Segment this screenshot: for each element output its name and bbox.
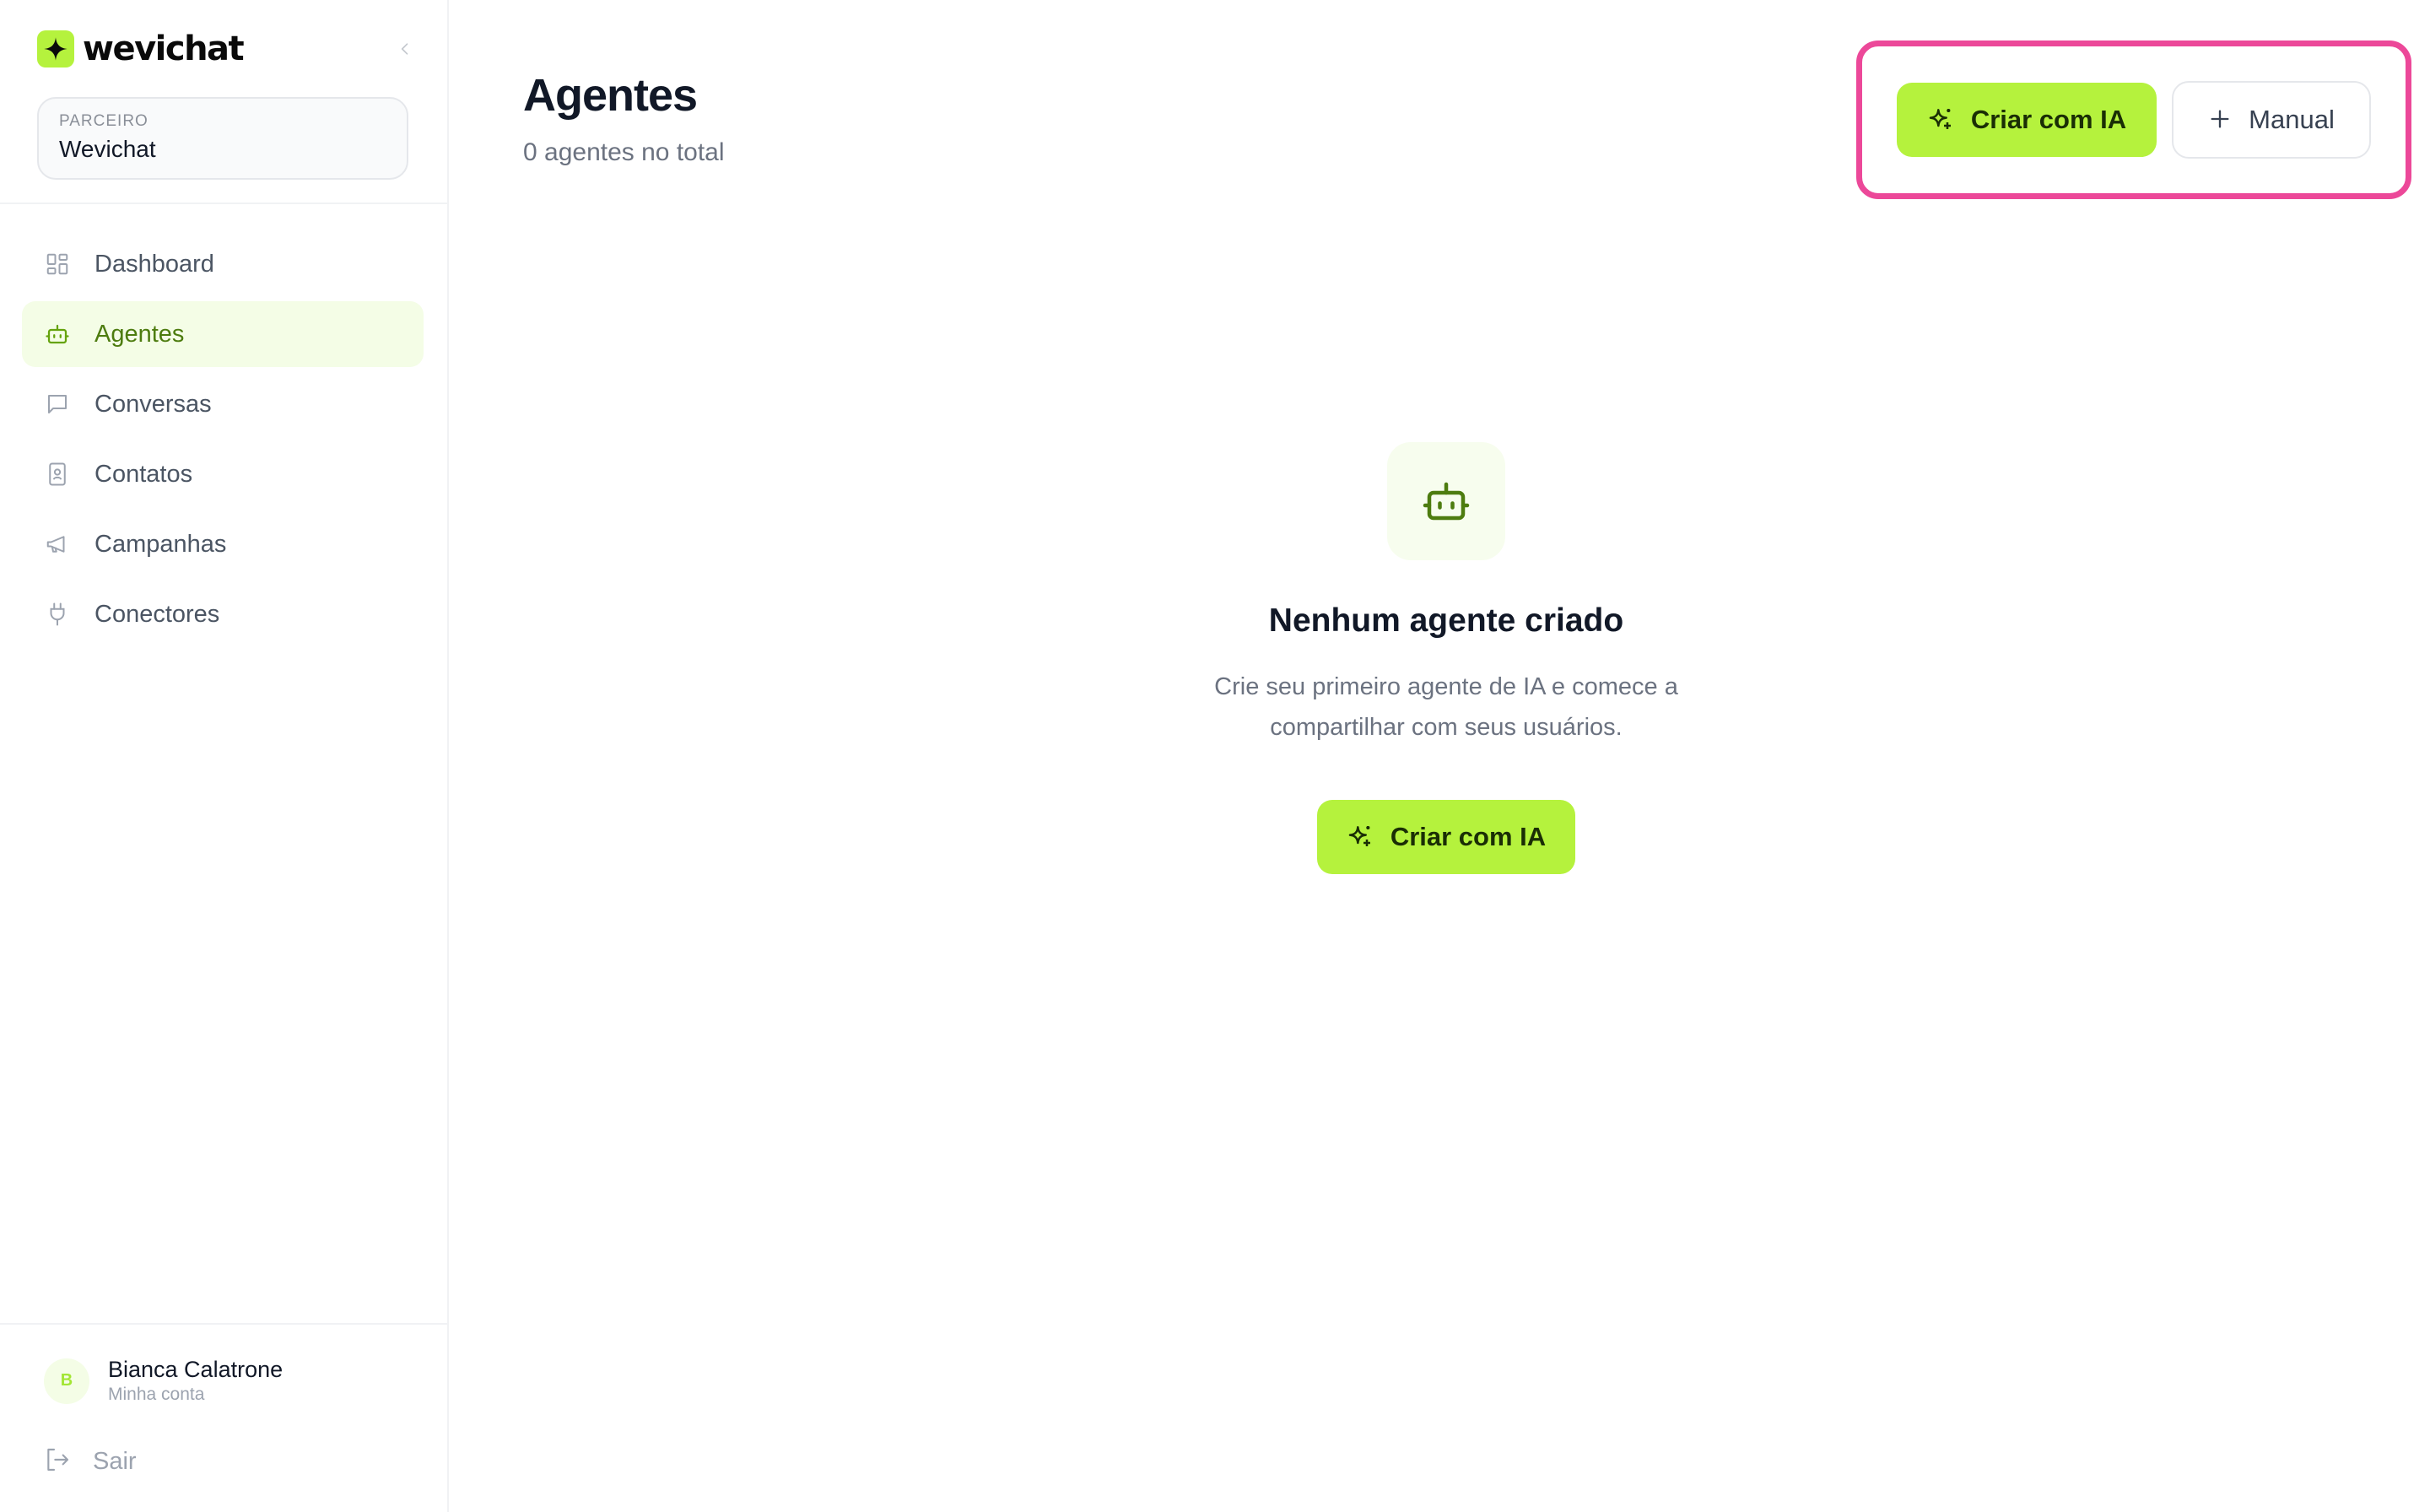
plus-icon <box>2208 107 2232 133</box>
empty-state-bot-icon <box>1387 442 1505 560</box>
user-name: Bianca Calatrone <box>108 1357 284 1382</box>
sidebar-item-dashboard[interactable]: Dashboard <box>22 231 424 297</box>
app-root: wevichat PARCEIRO Wevichat Dashboard Age… <box>0 0 2430 1512</box>
brand-logo[interactable]: wevichat <box>37 29 245 69</box>
contact-book-icon <box>44 461 71 488</box>
sidebar-item-label: Contatos <box>94 460 193 488</box>
sidebar-divider <box>0 202 447 204</box>
create-manual-label: Manual <box>2249 105 2335 134</box>
sidebar-item-label: Agentes <box>94 320 185 348</box>
chevron-left-icon <box>401 43 408 55</box>
megaphone-icon <box>44 531 71 558</box>
user-account[interactable]: B Bianca Calatrone Minha conta <box>44 1357 283 1405</box>
logout-icon <box>44 1446 71 1477</box>
partner-selector[interactable]: PARCEIRO Wevichat <box>37 97 408 180</box>
empty-state-button-label: Criar com IA <box>1390 822 1547 851</box>
create-with-ai-button[interactable]: Criar com IA <box>1897 83 2157 157</box>
empty-state-create-with-ai-button[interactable]: Criar com IA <box>1317 800 1575 874</box>
dashboard-icon <box>44 251 71 278</box>
sidebar-item-conectores[interactable]: Conectores <box>22 581 424 647</box>
plug-icon <box>44 601 71 628</box>
create-with-ai-label: Criar com IA <box>1970 105 2127 134</box>
brand-name: wevichat <box>83 30 245 68</box>
sidebar-item-label: Dashboard <box>94 250 214 278</box>
create-manual-button[interactable]: Manual <box>2172 81 2371 159</box>
logout-button[interactable]: Sair <box>44 1446 137 1477</box>
sidebar-nav: Dashboard Agentes Conversas Contatos Cam… <box>22 231 424 651</box>
sidebar-item-conversas[interactable]: Conversas <box>22 371 424 437</box>
sidebar-item-label: Conversas <box>94 390 212 418</box>
collapse-sidebar-button[interactable] <box>392 35 418 62</box>
logout-label: Sair <box>93 1448 137 1475</box>
partner-label: PARCEIRO <box>59 112 148 130</box>
message-icon <box>44 391 71 418</box>
sidebar-item-contatos[interactable]: Contatos <box>22 441 424 507</box>
sidebar-item-agentes[interactable]: Agentes <box>22 301 424 367</box>
sidebar-item-campanhas[interactable]: Campanhas <box>22 511 424 577</box>
page-subtitle: 0 agentes no total <box>523 138 725 166</box>
sidebar-item-label: Conectores <box>94 600 220 628</box>
page-title: Agentes <box>523 70 698 121</box>
empty-state-description: Crie seu primeiro agente de IA e comece … <box>1214 673 1678 741</box>
sparkles-icon <box>1927 105 1954 135</box>
sparkles-icon <box>1347 823 1374 852</box>
sparkle-logo-icon <box>37 30 74 68</box>
user-subtitle: Minha conta <box>108 1385 205 1404</box>
partner-name: Wevichat <box>59 136 156 162</box>
empty-state-title: Nenhum agente criado <box>1268 602 1624 639</box>
user-info: Bianca Calatrone Minha conta <box>108 1357 283 1405</box>
avatar: B <box>44 1358 89 1404</box>
sidebar: wevichat PARCEIRO Wevichat Dashboard Age… <box>0 0 449 1512</box>
bot-icon <box>44 321 71 348</box>
sidebar-bottom-divider <box>0 1323 447 1325</box>
sidebar-item-label: Campanhas <box>94 530 227 558</box>
